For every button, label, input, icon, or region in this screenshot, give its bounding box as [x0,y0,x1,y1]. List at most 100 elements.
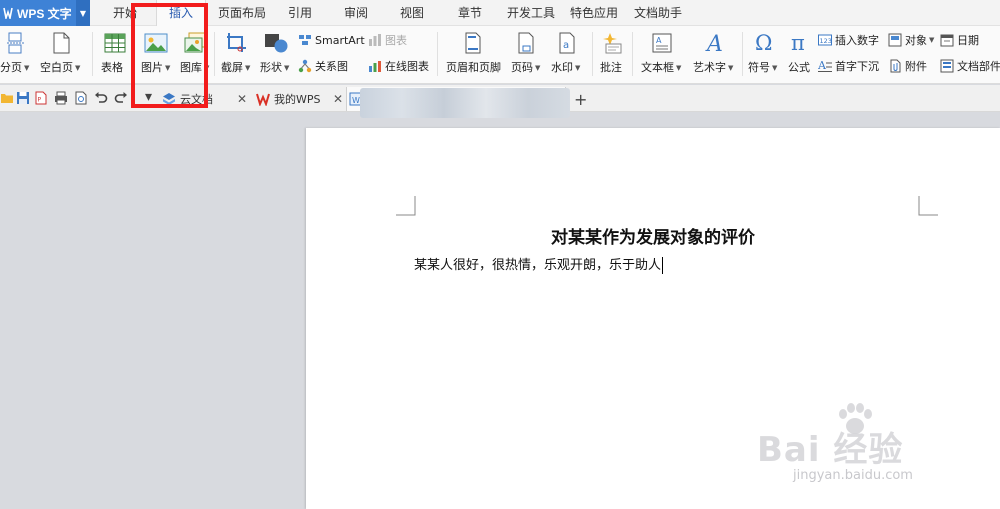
smartart-label: SmartArt [315,33,365,47]
symbol-button[interactable]: Ω 符号 ▼ [746,26,782,84]
bar-chart-icon [369,34,381,46]
chevron-down-icon: ▼ [284,64,290,72]
watermark-button[interactable]: a 水印 ▼ [548,26,586,84]
drop-cap-label: 首字下沉 [835,60,879,73]
wps-brand-icon [256,93,270,106]
chart-button[interactable]: 图表 [368,32,407,48]
tab-references[interactable]: 引用 [282,0,318,26]
print-icon[interactable] [54,91,68,105]
tab-page-layout[interactable]: 页面布局 [214,0,270,26]
relation-chart-button[interactable]: 关系图 [298,58,348,74]
drop-cap-button[interactable]: A 首字下沉 [818,58,879,74]
document-page[interactable]: 对某某作为发展对象的评价 某某人很好，很热情，乐观开朗，乐于助人 [306,128,1000,509]
online-chart-button[interactable]: 在线图表 [368,58,429,74]
textbox-label: 文本框 [641,61,674,74]
svg-text:π: π [791,31,805,54]
ribbon-divider [437,32,438,76]
doc-tab-label: 我的WPS [274,93,321,106]
textbox-icon: A [652,33,672,53]
close-icon[interactable]: ✕ [237,92,247,106]
export-pdf-icon[interactable]: P [34,91,48,105]
close-icon[interactable]: ✕ [333,92,343,106]
picture-icon [144,33,168,53]
number-icon: 123 [818,34,832,46]
textbox-button[interactable]: A 文本框 ▼ [638,26,686,84]
object-label: 对象 [905,34,927,47]
ribbon-divider [214,32,215,76]
comment-label: 批注 [600,61,622,74]
doc-parts-button[interactable]: 文档部件 [940,58,1000,74]
page-break-button[interactable]: 分页 ▼ [0,26,34,84]
tab-special-apps[interactable]: 特色应用 [566,0,622,26]
gallery-icon [184,32,207,53]
print-preview-icon[interactable] [74,91,88,105]
comment-button[interactable]: 批注 [596,26,630,84]
insert-number-button[interactable]: 123 插入数字 [818,32,879,48]
blurred-document-name [360,88,570,118]
smartart-button[interactable]: SmartArt [298,32,365,48]
blank-page-button[interactable]: 空白页 ▼ [38,26,84,84]
gallery-button[interactable]: 图库 ▼ [178,26,214,84]
page-number-label: 页码 [511,61,533,74]
page-number-button[interactable]: 页码 ▼ [508,26,546,84]
blank-page-label: 空白页 [40,61,73,74]
picture-label: 图片 [141,61,163,74]
chevron-down-icon: ▼ [575,64,581,72]
wordart-icon: A [705,32,723,54]
chevron-down-icon[interactable]: ▼ [76,0,90,26]
insert-number-label: 插入数字 [835,34,879,47]
watermark-icon: a [559,32,575,54]
object-button[interactable]: 对象 ▼ [888,32,934,48]
undo-icon[interactable] [94,91,108,105]
watermark-label: 水印 [551,61,573,74]
new-tab-plus-icon[interactable]: + [574,87,587,111]
symbol-label: 符号 [748,61,770,74]
doc-parts-icon [940,59,954,73]
attachment-label: 附件 [905,60,927,73]
header-footer-icon [465,32,481,54]
screenshot-button[interactable]: 截屏 ▼ [218,26,258,84]
pi-icon: π [791,31,805,54]
smartart-icon [299,35,311,45]
ribbon-divider [92,32,93,76]
tab-developer[interactable]: 开发工具 [503,0,559,26]
svg-text:a: a [563,40,569,51]
blank-page-icon [53,32,70,54]
tab-doc-assistant[interactable]: 文档助手 [630,0,686,26]
app-menu-button[interactable]: WPS 文字 ▼ [0,0,90,26]
date-button[interactable]: 日期 [940,32,979,48]
shapes-button[interactable]: 形状 ▼ [258,26,294,84]
doc-tab-my-wps[interactable]: 我的WPS ✕ [256,87,346,111]
formula-label: 公式 [788,61,810,74]
attachment-button[interactable]: 附件 [888,58,927,74]
tab-home[interactable]: 开始 [100,0,150,26]
document-heading[interactable]: 对某某作为发展对象的评价 [551,223,755,248]
save-icon[interactable] [16,91,30,105]
tab-view[interactable]: 视图 [394,0,430,26]
page-break-label: 分页 [0,61,22,74]
tab-chapter[interactable]: 章节 [452,0,488,26]
cloud-icon [163,93,175,105]
tab-review[interactable]: 审阅 [338,0,374,26]
doc-tab-cloud[interactable]: 云文档 ✕ [162,87,250,111]
date-label: 日期 [957,34,979,47]
chevron-down-icon: ▼ [535,64,541,72]
formula-button[interactable]: π 公式 [784,26,816,84]
wordart-button[interactable]: A 艺术字 ▼ [690,26,740,84]
document-paragraph[interactable]: 某某人很好，很热情，乐观开朗，乐于助人 [414,254,664,274]
ribbon-divider [632,32,633,76]
shapes-label: 形状 [260,61,282,74]
table-icon [104,33,126,53]
customize-dropdown-icon[interactable]: ▾ [145,89,159,105]
wordart-label: 艺术字 [693,61,726,74]
open-folder-icon[interactable] [0,91,14,105]
tab-insert[interactable]: 插入 [156,0,206,27]
page-number-icon [518,32,534,54]
document-body-text: 某某人很好，很热情，乐观开朗，乐于助人 [414,258,662,273]
header-footer-button[interactable]: 页眉和页脚 [442,26,504,84]
table-button[interactable]: 表格 [98,26,132,84]
redo-icon[interactable] [114,91,128,105]
menu-bar: WPS 文字 ▼ 开始 插入 页面布局 引用 审阅 视图 章节 开发工具 特色应… [0,0,1000,27]
picture-button[interactable]: 图片 ▼ [138,26,174,84]
drop-cap-icon: A [818,59,832,72]
